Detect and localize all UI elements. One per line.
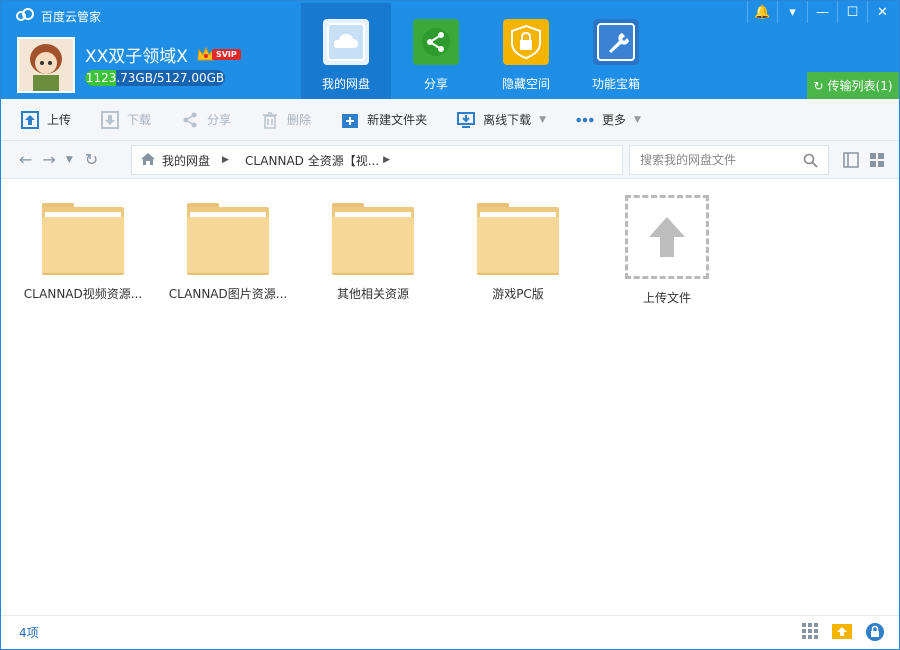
close-icon[interactable]: ✕ (867, 1, 897, 23)
home-icon[interactable] (140, 152, 156, 169)
nav-toolbox[interactable]: 功能宝箱 (571, 3, 661, 99)
more-dots-icon (576, 111, 594, 129)
baidu-cloud-logo-icon (15, 8, 35, 25)
nav-share[interactable]: 分享 (391, 3, 481, 99)
delete-button[interactable]: 删除 (261, 111, 311, 129)
download-label: 下载 (127, 113, 152, 127)
nav-label: 分享 (423, 77, 448, 91)
app-title-text: 百度云管家 (41, 10, 102, 24)
folder-name: 其他相关资源 (336, 287, 409, 301)
app-title: 百度云管家 (15, 8, 101, 25)
delete-label: 删除 (287, 113, 312, 127)
storage-quota-bar: 1123.73GB/5127.00GB (85, 70, 225, 86)
offline-download-button[interactable]: 离线下载 ▼ (457, 111, 546, 129)
username-text: XX双子领域X (85, 47, 188, 67)
wrench-icon (593, 19, 639, 65)
folder-name: CLANNAD视频资源... (23, 287, 143, 301)
window-controls: 🔔 ▾ — ☐ ✕ (747, 1, 897, 23)
breadcrumb: 我的网盘 ▶ CLANNAD 全资源【视... ▶ (131, 145, 623, 175)
transfer-list-button[interactable]: ↻ 传输列表(1) (807, 72, 899, 99)
share-icon (181, 111, 199, 129)
avatar[interactable] (17, 37, 75, 93)
maximize-icon[interactable]: ☐ (837, 1, 867, 23)
folder-name: CLANNAD图片资源... (168, 287, 288, 301)
folder-icon (332, 201, 414, 275)
nav-label: 功能宝箱 (591, 77, 640, 91)
upload-file-tile[interactable]: 上传文件 (597, 195, 737, 306)
folder-icon (187, 201, 269, 275)
folder-item[interactable]: 游戏PC版 (448, 201, 588, 302)
nav-label: 我的网盘 (321, 77, 370, 91)
folder-name: 游戏PC版 (492, 287, 544, 301)
trash-icon (261, 111, 279, 129)
toolbar: 上传 下载 分享 删除 新建文件夹 离线下载 ▼ 更多 ▼ (1, 99, 899, 141)
header: 百度云管家 XX双子领域X SVIP 1123.73GB/5127.00GB 我… (1, 1, 899, 99)
chevron-down-icon: ▼ (634, 114, 641, 125)
offline-download-label: 离线下载 (483, 113, 532, 127)
list-view-icon[interactable] (843, 152, 859, 171)
upload-button[interactable]: 上传 (21, 110, 72, 129)
address-bar: ← → ▼ ↻ 我的网盘 ▶ CLANNAD 全资源【视... ▶ (1, 141, 899, 179)
upload-label: 上传 (47, 113, 72, 127)
back-arrow-icon[interactable]: ← (19, 150, 32, 169)
breadcrumb-current[interactable]: CLANNAD 全资源【视... (245, 152, 379, 169)
svip-badge[interactable]: SVIP (196, 46, 241, 64)
folder-icon (477, 201, 559, 275)
app-window: 百度云管家 XX双子领域X SVIP 1123.73GB/5127.00GB 我… (0, 0, 900, 650)
chevron-down-icon: ▼ (539, 114, 547, 125)
storage-quota-text: 1123.73GB/5127.00GB (85, 71, 225, 85)
more-button[interactable]: 更多 ▼ (576, 111, 641, 129)
transfer-spinner-icon: ↻ (813, 78, 824, 93)
file-grid: CLANNAD视频资源... CLANNAD图片资源... 其他相关资源 游戏P… (1, 179, 899, 615)
transfer-list-label: 传输列表(1) (827, 79, 893, 93)
offline-download-icon (457, 111, 476, 129)
upload-arrow-icon (625, 195, 709, 279)
menu-dropdown-icon[interactable]: ▾ (777, 1, 807, 23)
username: XX双子领域X SVIP (85, 42, 241, 67)
refresh-icon[interactable]: ↻ (85, 150, 98, 169)
folder-item[interactable]: CLANNAD视频资源... (13, 201, 153, 302)
view-toggle (843, 152, 895, 171)
nav-hidden-space[interactable]: 隐藏空间 (481, 3, 571, 99)
status-icons (789, 622, 885, 645)
main-nav: 我的网盘 分享 隐藏空间 功能宝箱 (301, 3, 661, 99)
history-dropdown-icon[interactable]: ▼ (66, 155, 73, 165)
apps-grid-icon[interactable] (801, 622, 819, 645)
new-folder-label: 新建文件夹 (367, 113, 428, 127)
new-folder-button[interactable]: 新建文件夹 (341, 111, 427, 129)
item-count: 4项 (19, 626, 39, 640)
notification-bell-icon[interactable]: 🔔 (747, 1, 777, 23)
lock-icon (503, 19, 549, 65)
nav-my-disk[interactable]: 我的网盘 (301, 3, 391, 99)
grid-view-icon[interactable] (869, 152, 885, 171)
share-icon (413, 19, 459, 65)
breadcrumb-separator-icon[interactable]: ▶ (383, 155, 390, 165)
more-label: 更多 (602, 113, 627, 127)
upload-icon (21, 110, 39, 129)
status-bar: 4项 (1, 615, 899, 649)
breadcrumb-root[interactable]: 我的网盘 (162, 152, 210, 169)
download-icon (101, 110, 120, 129)
forward-arrow-icon[interactable]: → (42, 150, 55, 169)
nav-label: 隐藏空间 (501, 77, 550, 91)
breadcrumb-separator-icon[interactable]: ▶ (222, 155, 229, 165)
folder-item[interactable]: 其他相关资源 (303, 201, 443, 302)
search-box (629, 145, 829, 175)
cloud-icon (323, 19, 369, 65)
history-nav: ← → ▼ ↻ (1, 150, 129, 169)
safe-lock-icon[interactable] (865, 622, 885, 645)
upload-folder-icon[interactable] (831, 622, 853, 645)
minimize-icon[interactable]: — (807, 1, 837, 23)
share-button[interactable]: 分享 (181, 111, 231, 129)
share-label: 分享 (207, 113, 232, 127)
folder-item[interactable]: CLANNAD图片资源... (158, 201, 298, 302)
folder-icon (42, 201, 124, 275)
svip-label: SVIP (211, 49, 241, 60)
download-button[interactable]: 下载 (101, 110, 152, 129)
upload-file-label: 上传文件 (642, 291, 691, 305)
search-input[interactable] (640, 153, 800, 167)
new-folder-icon (341, 111, 359, 129)
search-icon[interactable] (803, 153, 818, 171)
